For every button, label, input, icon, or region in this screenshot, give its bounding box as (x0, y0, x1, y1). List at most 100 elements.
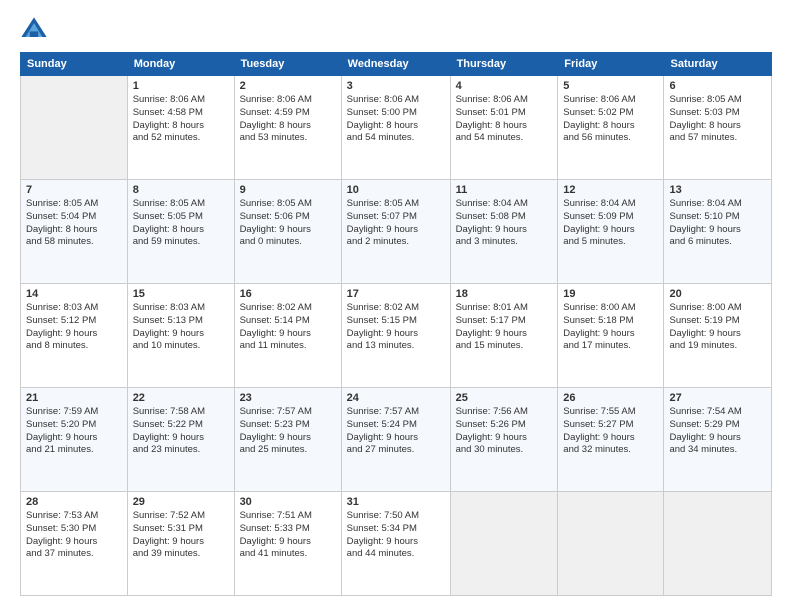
day-info: Sunrise: 8:04 AM Sunset: 5:09 PM Dayligh… (563, 198, 658, 249)
day-number: 29 (133, 496, 229, 508)
day-info: Sunrise: 8:01 AM Sunset: 5:17 PM Dayligh… (456, 302, 553, 353)
day-info: Sunrise: 8:04 AM Sunset: 5:10 PM Dayligh… (669, 198, 766, 249)
calendar-cell: 3Sunrise: 8:06 AM Sunset: 5:00 PM Daylig… (341, 76, 450, 180)
day-number: 10 (347, 184, 445, 196)
day-number: 17 (347, 288, 445, 300)
calendar-cell: 20Sunrise: 8:00 AM Sunset: 5:19 PM Dayli… (664, 284, 772, 388)
calendar-cell: 1 Sunrise: 8:06 AM Sunset: 4:58 PM Daylig… (127, 76, 234, 180)
day-info: Sunrise: 7:57 AM Sunset: 5:24 PM Dayligh… (347, 406, 445, 457)
day-info: Sunrise: 8:03 AM Sunset: 5:12 PM Dayligh… (26, 302, 122, 353)
day-info: Sunrise: 7:53 AM Sunset: 5:30 PM Dayligh… (26, 510, 122, 561)
day-number: 14 (26, 288, 122, 300)
calendar-cell: 25 Sunrise: 7:56 AM Sunset: 5:26 PM Dayli… (450, 388, 558, 492)
day-info: Sunrise: 8:05 AM Sunset: 5:05 PM Dayligh… (133, 198, 229, 249)
calendar-cell: 30 Sunrise: 7:51 AM Sunset: 5:33 PM Dayli… (234, 492, 341, 596)
day-info: Sunrise: 7:52 AM Sunset: 5:31 PM Dayligh… (133, 510, 229, 561)
calendar-cell: 23Sunrise: 7:57 AM Sunset: 5:23 PM Dayli… (234, 388, 341, 492)
day-info: Sunrise: 8:03 AM Sunset: 5:13 PM Dayligh… (133, 302, 229, 353)
day-info: Sunrise: 8:05 AM Sunset: 5:03 PM Dayligh… (669, 94, 766, 145)
day-info: Sunrise: 8:00 AM Sunset: 5:18 PM Dayligh… (563, 302, 658, 353)
calendar-cell: 15 Sunrise: 8:03 AM Sunset: 5:13 PM Dayli… (127, 284, 234, 388)
calendar-header-row: SundayMondayTuesdayWednesdayThursdayFrid… (21, 53, 772, 76)
calendar-cell (450, 492, 558, 596)
day-header-monday: Monday (127, 53, 234, 76)
day-info: Sunrise: 8:06 AM Sunset: 4:58 PM Dayligh… (133, 94, 229, 145)
day-info: Sunrise: 8:00 AM Sunset: 5:19 PM Dayligh… (669, 302, 766, 353)
day-info: Sunrise: 7:55 AM Sunset: 5:27 PM Dayligh… (563, 406, 658, 457)
day-number: 16 (240, 288, 336, 300)
calendar: SundayMondayTuesdayWednesdayThursdayFrid… (20, 52, 772, 596)
calendar-cell: 28Sunrise: 7:53 AM Sunset: 5:30 PM Dayli… (21, 492, 128, 596)
calendar-cell: 7 Sunrise: 8:05 AM Sunset: 5:04 PM Daylig… (21, 180, 128, 284)
day-header-saturday: Saturday (664, 53, 772, 76)
calendar-cell: 26 Sunrise: 7:55 AM Sunset: 5:27 PM Dayli… (558, 388, 664, 492)
day-number: 26 (563, 392, 658, 404)
day-number: 6 (669, 80, 766, 92)
calendar-cell: 21 Sunrise: 7:59 AM Sunset: 5:20 PM Dayli… (21, 388, 128, 492)
week-row-2: 14 Sunrise: 8:03 AM Sunset: 5:12 PM Dayli… (21, 284, 772, 388)
calendar-cell (558, 492, 664, 596)
day-number: 4 (456, 80, 553, 92)
calendar-cell (664, 492, 772, 596)
day-info: Sunrise: 8:06 AM Sunset: 5:01 PM Dayligh… (456, 94, 553, 145)
day-number: 9 (240, 184, 336, 196)
logo-icon (20, 16, 48, 44)
calendar-cell: 29 Sunrise: 7:52 AM Sunset: 5:31 PM Dayli… (127, 492, 234, 596)
week-row-1: 7 Sunrise: 8:05 AM Sunset: 5:04 PM Daylig… (21, 180, 772, 284)
calendar-cell: 2 Sunrise: 8:06 AM Sunset: 4:59 PM Daylig… (234, 76, 341, 180)
day-info: Sunrise: 7:51 AM Sunset: 5:33 PM Dayligh… (240, 510, 336, 561)
day-info: Sunrise: 8:05 AM Sunset: 5:07 PM Dayligh… (347, 198, 445, 249)
day-number: 19 (563, 288, 658, 300)
day-info: Sunrise: 8:02 AM Sunset: 5:14 PM Dayligh… (240, 302, 336, 353)
calendar-cell: 17 Sunrise: 8:02 AM Sunset: 5:15 PM Dayli… (341, 284, 450, 388)
calendar-cell: 10 Sunrise: 8:05 AM Sunset: 5:07 PM Dayli… (341, 180, 450, 284)
calendar-cell: 16 Sunrise: 8:02 AM Sunset: 5:14 PM Dayli… (234, 284, 341, 388)
day-info: Sunrise: 8:02 AM Sunset: 5:15 PM Dayligh… (347, 302, 445, 353)
day-number: 22 (133, 392, 229, 404)
day-info: Sunrise: 7:57 AM Sunset: 5:23 PM Dayligh… (240, 406, 336, 457)
day-number: 15 (133, 288, 229, 300)
day-number: 12 (563, 184, 658, 196)
calendar-cell (21, 76, 128, 180)
day-header-friday: Friday (558, 53, 664, 76)
day-info: Sunrise: 7:54 AM Sunset: 5:29 PM Dayligh… (669, 406, 766, 457)
week-row-0: 1 Sunrise: 8:06 AM Sunset: 4:58 PM Daylig… (21, 76, 772, 180)
header (20, 16, 772, 44)
day-info: Sunrise: 8:04 AM Sunset: 5:08 PM Dayligh… (456, 198, 553, 249)
day-number: 21 (26, 392, 122, 404)
day-number: 2 (240, 80, 336, 92)
day-info: Sunrise: 8:06 AM Sunset: 4:59 PM Dayligh… (240, 94, 336, 145)
day-info: Sunrise: 7:56 AM Sunset: 5:26 PM Dayligh… (456, 406, 553, 457)
day-number: 30 (240, 496, 336, 508)
page: SundayMondayTuesdayWednesdayThursdayFrid… (0, 0, 792, 612)
day-header-sunday: Sunday (21, 53, 128, 76)
calendar-cell: 19 Sunrise: 8:00 AM Sunset: 5:18 PM Dayli… (558, 284, 664, 388)
day-header-tuesday: Tuesday (234, 53, 341, 76)
day-header-thursday: Thursday (450, 53, 558, 76)
day-info: Sunrise: 7:59 AM Sunset: 5:20 PM Dayligh… (26, 406, 122, 457)
day-number: 7 (26, 184, 122, 196)
day-number: 25 (456, 392, 553, 404)
day-info: Sunrise: 7:50 AM Sunset: 5:34 PM Dayligh… (347, 510, 445, 561)
day-number: 1 (133, 80, 229, 92)
day-info: Sunrise: 8:06 AM Sunset: 5:02 PM Dayligh… (563, 94, 658, 145)
calendar-cell: 6 Sunrise: 8:05 AM Sunset: 5:03 PM Daylig… (664, 76, 772, 180)
day-info: Sunrise: 8:05 AM Sunset: 5:04 PM Dayligh… (26, 198, 122, 249)
day-number: 18 (456, 288, 553, 300)
day-info: Sunrise: 7:58 AM Sunset: 5:22 PM Dayligh… (133, 406, 229, 457)
calendar-cell: 13Sunrise: 8:04 AM Sunset: 5:10 PM Dayli… (664, 180, 772, 284)
calendar-cell: 18 Sunrise: 8:01 AM Sunset: 5:17 PM Dayli… (450, 284, 558, 388)
calendar-cell: 12 Sunrise: 8:04 AM Sunset: 5:09 PM Dayli… (558, 180, 664, 284)
day-number: 11 (456, 184, 553, 196)
calendar-cell: 4 Sunrise: 8:06 AM Sunset: 5:01 PM Daylig… (450, 76, 558, 180)
day-header-wednesday: Wednesday (341, 53, 450, 76)
day-number: 27 (669, 392, 766, 404)
calendar-cell: 27 Sunrise: 7:54 AM Sunset: 5:29 PM Dayli… (664, 388, 772, 492)
week-row-4: 28Sunrise: 7:53 AM Sunset: 5:30 PM Dayli… (21, 492, 772, 596)
calendar-cell: 5Sunrise: 8:06 AM Sunset: 5:02 PM Daylig… (558, 76, 664, 180)
calendar-cell: 11 Sunrise: 8:04 AM Sunset: 5:08 PM Dayli… (450, 180, 558, 284)
day-number: 24 (347, 392, 445, 404)
calendar-cell: 9Sunrise: 8:05 AM Sunset: 5:06 PM Daylig… (234, 180, 341, 284)
day-info: Sunrise: 8:06 AM Sunset: 5:00 PM Dayligh… (347, 94, 445, 145)
calendar-cell: 8Sunrise: 8:05 AM Sunset: 5:05 PM Daylig… (127, 180, 234, 284)
